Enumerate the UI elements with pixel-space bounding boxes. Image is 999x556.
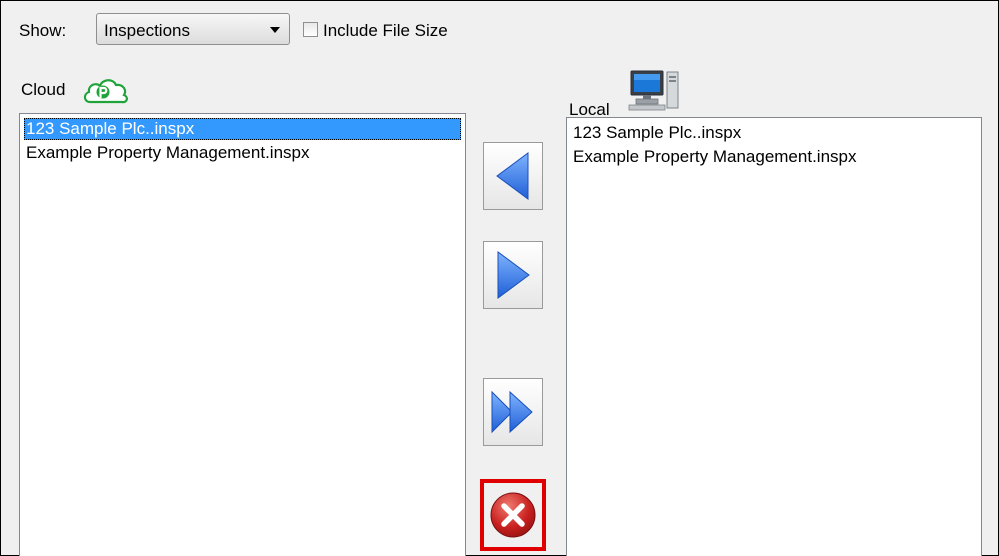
double-arrow-right-icon (491, 390, 533, 434)
computer-icon (628, 70, 679, 111)
chevron-down-icon (270, 27, 280, 33)
show-dropdown[interactable]: Inspections (96, 13, 290, 45)
close-circle-icon (490, 492, 536, 538)
include-file-size-label: Include File Size (323, 21, 448, 40)
arrow-left-icon (496, 152, 529, 200)
list-item[interactable]: Example Property Management.inspx (571, 146, 977, 168)
upload-all-button[interactable] (483, 378, 543, 446)
arrow-right-icon (497, 251, 530, 299)
upload-button[interactable] (483, 241, 543, 309)
cloud-file-list[interactable]: 123 Sample Plc..inspx Example Property M… (19, 113, 466, 556)
download-button[interactable] (483, 142, 543, 210)
sync-panel: Show: Inspections Include File Size Clou… (0, 0, 999, 556)
cloud-title: Cloud (21, 80, 66, 99)
show-label: Show: (19, 21, 67, 40)
list-item[interactable]: 123 Sample Plc..inspx (571, 122, 977, 144)
cloud-icon (83, 79, 128, 104)
list-item[interactable]: Example Property Management.inspx (24, 142, 461, 164)
local-file-list[interactable]: 123 Sample Plc..inspx Example Property M… (566, 117, 982, 556)
list-item[interactable]: 123 Sample Plc..inspx (24, 118, 461, 140)
show-dropdown-value: Inspections (104, 21, 190, 40)
include-file-size-checkbox[interactable] (303, 22, 318, 37)
cancel-button[interactable] (480, 479, 546, 551)
